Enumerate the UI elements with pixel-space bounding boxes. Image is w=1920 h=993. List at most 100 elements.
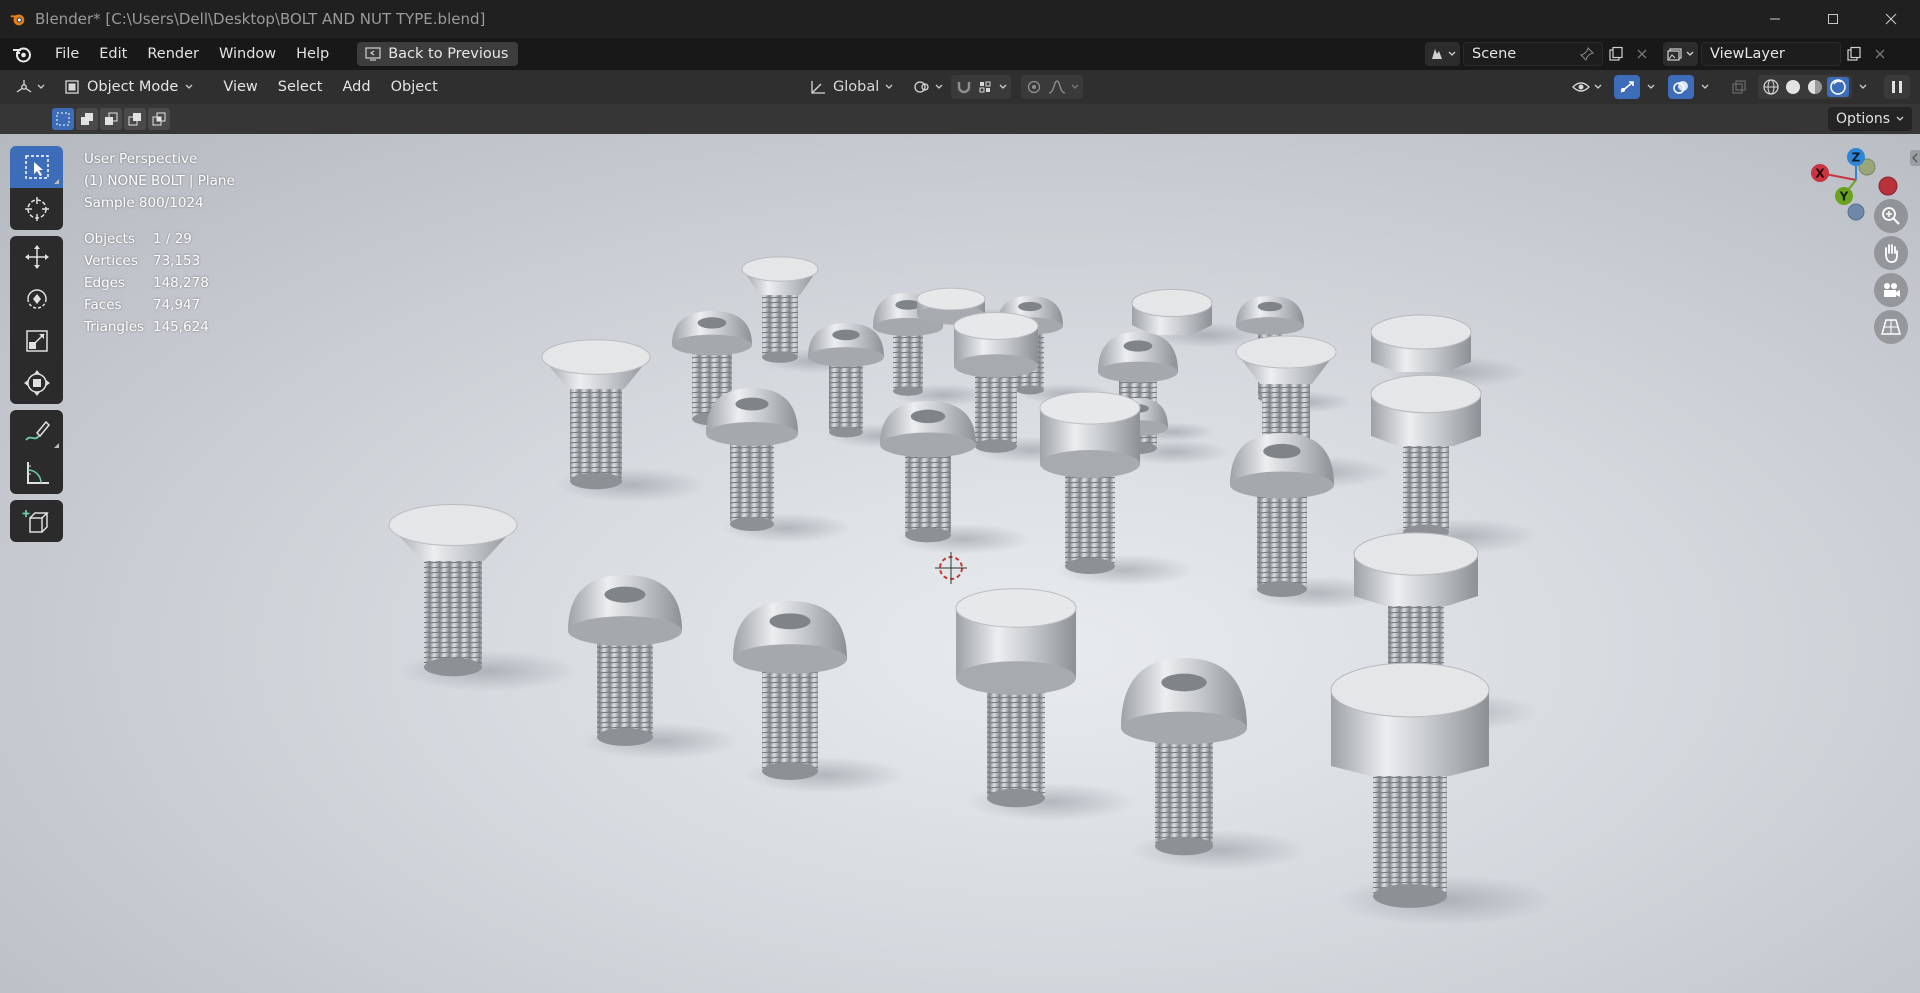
gizmo-negative-z-icon[interactable] — [1847, 203, 1865, 221]
show-gizmo-toggle[interactable] — [1614, 75, 1640, 99]
pan-view-button[interactable] — [1874, 236, 1908, 270]
menu-edit[interactable]: Edit — [89, 38, 137, 70]
gizmo-options-dropdown[interactable] — [1642, 75, 1660, 99]
eye-icon — [1572, 82, 1590, 92]
menu-help[interactable]: Help — [286, 38, 339, 70]
scene-icon — [1432, 49, 1442, 59]
select-subtract-mode[interactable] — [100, 108, 122, 130]
toggle-perspective-button[interactable] — [1874, 310, 1908, 344]
delete-viewlayer-button[interactable] — [1867, 42, 1893, 66]
scene-name-field[interactable]: Scene — [1463, 42, 1603, 66]
menu-object[interactable]: Object — [381, 79, 448, 95]
rendered-shading-button[interactable] — [1827, 77, 1849, 97]
chevron-down-icon — [1859, 84, 1867, 89]
new-scene-button[interactable] — [1603, 42, 1629, 66]
menu-file[interactable]: File — [45, 38, 89, 70]
rotate-icon — [26, 289, 47, 309]
select-box-tool[interactable] — [10, 146, 63, 188]
3d-viewport[interactable]: User Perspective (1) NONE BOLT | Plane S… — [0, 134, 1920, 993]
falloff-curve-icon[interactable] — [1047, 79, 1067, 95]
scale-tool[interactable] — [10, 320, 63, 362]
window-titlebar: Blender* [C:\Users\Dell\Desktop\BOLT AND… — [0, 0, 1920, 38]
close-icon — [1885, 13, 1897, 25]
transform-orientation-dropdown[interactable]: Global — [803, 75, 899, 99]
tool-variants-indicator — [54, 179, 59, 184]
rotate-tool[interactable] — [10, 278, 63, 320]
menu-add[interactable]: Add — [333, 79, 381, 95]
snap-increment-icon[interactable] — [977, 79, 995, 95]
tool-variants-indicator — [54, 443, 59, 448]
chevron-down-icon[interactable] — [999, 84, 1007, 90]
pin-icon[interactable] — [1580, 47, 1594, 61]
window-title: Blender* [C:\Users\Dell\Desktop\BOLT AND… — [35, 10, 486, 28]
material-preview-icon[interactable] — [1805, 78, 1825, 96]
select-extend-icon — [81, 113, 93, 125]
transform-tool[interactable] — [10, 362, 63, 404]
bolt-render — [955, 588, 1135, 822]
zoom-view-button[interactable] — [1874, 199, 1908, 233]
minimize-button[interactable] — [1746, 0, 1804, 38]
measure-tool[interactable] — [10, 452, 63, 494]
magnet-icon[interactable] — [955, 79, 973, 95]
overlays-options-dropdown[interactable] — [1696, 75, 1714, 99]
shading-options-dropdown[interactable] — [1854, 75, 1872, 99]
visibility-dropdown[interactable] — [1568, 75, 1606, 99]
scene-browse-button[interactable] — [1425, 42, 1460, 66]
pivot-icon — [914, 81, 929, 93]
camera-view-button[interactable] — [1874, 273, 1908, 307]
sidebar-toggle-button[interactable] — [1910, 150, 1920, 166]
annotate-tool[interactable] — [10, 410, 63, 452]
move-tool[interactable] — [10, 236, 63, 278]
chevron-left-icon — [1912, 153, 1918, 163]
maximize-button[interactable] — [1804, 0, 1862, 38]
select-subtract-icon — [105, 112, 118, 125]
blender-menu-icon[interactable] — [11, 43, 33, 65]
bolt-render — [733, 601, 905, 794]
move-icon — [24, 245, 49, 269]
select-intersect-mode[interactable] — [148, 108, 170, 130]
add-cube-tool[interactable] — [10, 500, 63, 542]
proportional-editing-group — [1021, 75, 1084, 99]
pivot-point-dropdown[interactable] — [909, 75, 947, 99]
viewport-display-tools — [1568, 75, 1910, 99]
proportional-editing-icon[interactable] — [1025, 79, 1043, 95]
back-to-previous-button[interactable]: Back to Previous — [357, 42, 519, 66]
menu-select[interactable]: Select — [268, 79, 333, 95]
xray-toggle[interactable] — [1726, 75, 1752, 99]
show-overlays-toggle[interactable] — [1668, 75, 1694, 99]
menu-window[interactable]: Window — [209, 38, 286, 70]
wireframe-shading-icon[interactable] — [1761, 78, 1781, 96]
duplicate-icon — [1847, 46, 1861, 61]
viewlayer-browse-button[interactable] — [1663, 42, 1698, 66]
solid-shading-icon[interactable] — [1783, 78, 1803, 96]
chevron-down-icon — [185, 84, 193, 89]
maximize-icon — [1828, 14, 1838, 24]
viewport-header: Object Mode View Select Add Object Globa… — [0, 70, 1920, 104]
editor-type-button[interactable] — [10, 75, 50, 99]
close-button[interactable] — [1862, 0, 1920, 38]
tool-shelf — [10, 146, 63, 542]
cursor-icon — [24, 197, 49, 221]
viewlayer-name-field[interactable]: ViewLayer — [1701, 42, 1841, 66]
options-label: Options — [1835, 111, 1890, 127]
add-cube-icon — [22, 510, 49, 533]
cursor-tool[interactable] — [10, 188, 63, 230]
gizmo-negative-x-icon[interactable] — [1878, 176, 1898, 196]
delete-scene-button[interactable] — [1629, 42, 1655, 66]
options-dropdown[interactable]: Options — [1827, 107, 1912, 131]
selection-modes — [52, 108, 170, 130]
new-viewlayer-button[interactable] — [1841, 42, 1867, 66]
select-extend-mode[interactable] — [76, 108, 98, 130]
select-invert-mode[interactable] — [124, 108, 146, 130]
chevron-down-icon[interactable] — [1071, 84, 1079, 90]
menu-view[interactable]: View — [213, 79, 267, 95]
minimize-icon — [1770, 18, 1780, 20]
object-mode-dropdown[interactable]: Object Mode — [58, 75, 200, 99]
viewlayer-name: ViewLayer — [1710, 46, 1785, 62]
x-icon — [1875, 49, 1885, 59]
screen-back-icon — [365, 47, 381, 61]
select-new-mode[interactable] — [52, 108, 74, 130]
menu-render[interactable]: Render — [137, 38, 209, 70]
overlays-icon — [1673, 81, 1688, 94]
pause-render-button[interactable] — [1884, 75, 1910, 99]
